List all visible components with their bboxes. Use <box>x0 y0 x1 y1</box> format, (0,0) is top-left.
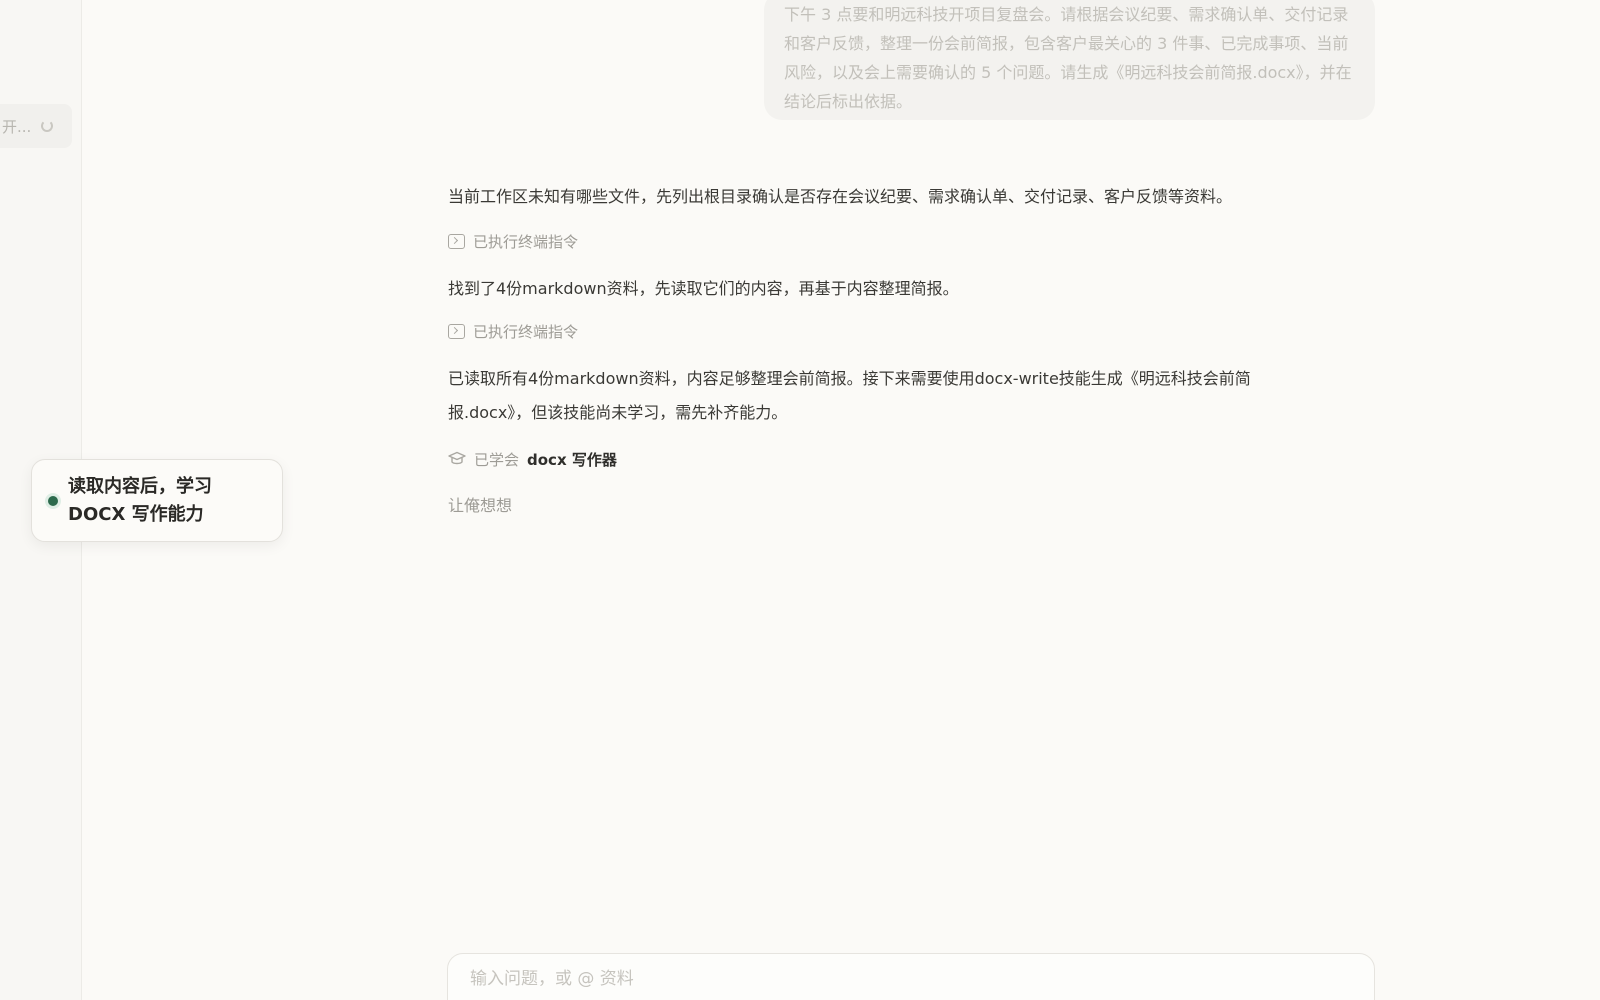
tool-call-row[interactable]: 已执行终端指令 <box>448 226 1328 256</box>
skill-prefix-label: 已学会 <box>474 450 520 469</box>
chat-input-container <box>447 953 1375 1000</box>
loading-spinner-icon <box>41 120 54 132</box>
tool-call-label: 已执行终端指令 <box>473 232 579 251</box>
terminal-icon <box>448 233 465 249</box>
assistant-message: 找到了4份markdown资料，先读取它们的内容，再基于内容整理简报。 <box>448 279 959 298</box>
graduation-cap-icon <box>448 451 466 465</box>
sidebar-session-item[interactable]: 开... <box>0 104 72 148</box>
sidebar-session-label: 开... <box>2 117 32 136</box>
thinking-indicator: 让俺想想 <box>448 496 513 515</box>
progress-hint-card: 读取内容后，学习 DOCX 写作能力 <box>31 459 283 542</box>
status-dot-icon <box>48 495 58 506</box>
user-message-bubble: 下午 3 点要和明远科技开项目复盘会。请根据会议纪要、需求确认单、交付记录和客户… <box>764 0 1375 120</box>
skill-name-label: docx 写作器 <box>527 450 617 469</box>
assistant-response: 当前工作区未知有哪些文件，先列出根目录确认是否存在会议纪要、需求确认单、交付记录… <box>448 180 1328 516</box>
chat-input[interactable] <box>468 968 1354 990</box>
tool-call-row[interactable]: 已执行终端指令 <box>448 316 1328 346</box>
user-message-text: 下午 3 点要和明远科技开项目复盘会。请根据会议纪要、需求确认单、交付记录和客户… <box>784 5 1352 111</box>
assistant-message: 已读取所有4份markdown资料，内容足够整理会前简报。接下来需要使用docx… <box>448 369 1251 422</box>
hint-card-text: 读取内容后，学习 DOCX 写作能力 <box>68 475 212 525</box>
assistant-message: 当前工作区未知有哪些文件，先列出根目录确认是否存在会议纪要、需求确认单、交付记录… <box>448 187 1233 206</box>
tool-call-label: 已执行终端指令 <box>473 322 579 341</box>
skill-learned-row[interactable]: 已学会 docx 写作器 <box>448 444 1328 474</box>
app-window: 开... 读取内容后，学习 DOCX 写作能力 下午 3 点要和明远科技开项目复… <box>0 0 1600 1000</box>
terminal-icon <box>448 323 465 339</box>
